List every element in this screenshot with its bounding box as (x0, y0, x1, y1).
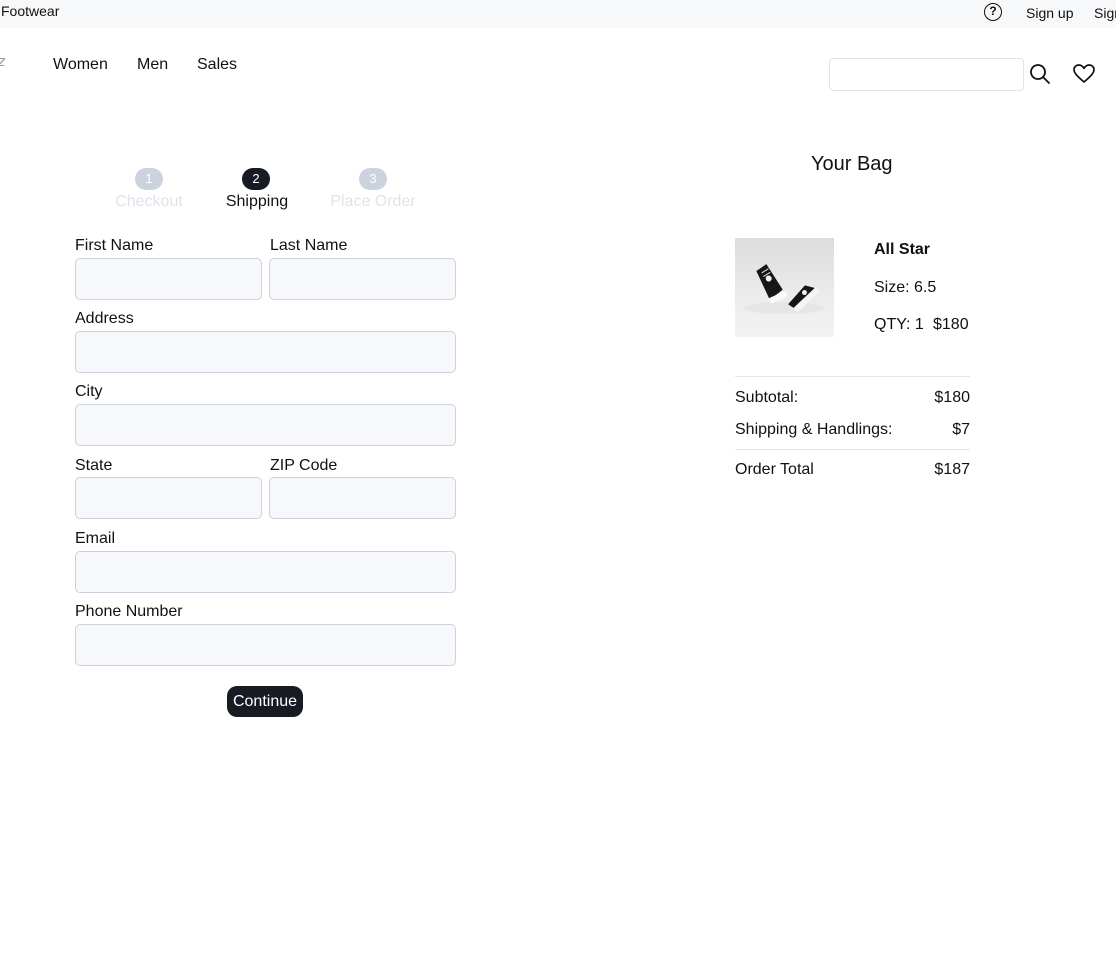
first-name-field[interactable] (75, 258, 262, 300)
first-name-label: First Name (75, 237, 154, 254)
sign-up-link[interactable]: Sign up (1026, 5, 1073, 21)
address-label: Address (75, 310, 134, 327)
bag-title: Your Bag (811, 153, 893, 175)
brand-name[interactable]: Footwear (1, 3, 59, 19)
zip-code-label: ZIP Code (270, 457, 338, 474)
top-bar: Footwear ? Sign up Sign in (0, 0, 1116, 28)
step-2-indicator[interactable]: 2 (242, 168, 270, 190)
email-field[interactable] (75, 551, 456, 593)
zip-code-field[interactable] (269, 477, 456, 519)
phone-number-field[interactable] (75, 624, 456, 666)
order-total-label: Order Total (735, 461, 814, 478)
state-label: State (75, 457, 113, 474)
continue-button[interactable]: Continue (227, 686, 303, 717)
last-name-field[interactable] (269, 258, 456, 300)
step-2-label[interactable]: Shipping (207, 193, 307, 211)
shipping-value: $7 (952, 421, 970, 438)
state-field[interactable] (75, 477, 262, 519)
summary-divider-top (735, 376, 970, 377)
nav-item-women[interactable]: Women (53, 56, 108, 74)
step-1-label[interactable]: Checkout (99, 193, 199, 211)
order-total-value: $187 (934, 461, 970, 478)
product-quantity: QTY: 1 (874, 316, 924, 333)
subtotal-value: $180 (934, 389, 970, 406)
heart-icon[interactable] (1073, 64, 1095, 84)
step-1-indicator[interactable]: 1 (135, 168, 163, 190)
product-price: $180 (933, 316, 969, 333)
product-size: Size: 6.5 (874, 279, 937, 296)
city-field[interactable] (75, 404, 456, 446)
sneaker-illustration (744, 264, 824, 314)
step-3-label[interactable]: Place Order (318, 193, 428, 211)
email-label: Email (75, 530, 116, 547)
sneaker-product-image[interactable] (735, 238, 834, 337)
step-3-indicator[interactable]: 3 (359, 168, 387, 190)
last-name-label: Last Name (270, 237, 348, 254)
city-label: City (75, 383, 103, 400)
search-input[interactable] (829, 58, 1024, 91)
sign-in-link[interactable]: Sign in (1094, 5, 1116, 21)
address-field[interactable] (75, 331, 456, 373)
product-name[interactable]: All Star (874, 241, 930, 259)
subtotal-label: Subtotal: (735, 389, 799, 406)
nav-item-sales[interactable]: Sales (197, 56, 237, 74)
help-circle-icon[interactable]: ? (984, 3, 1002, 21)
shipping-label: Shipping & Handlings: (735, 421, 893, 438)
phone-number-label: Phone Number (75, 603, 183, 620)
brand-logo-icon[interactable]: z (0, 53, 6, 70)
nav-item-men[interactable]: Men (137, 56, 168, 74)
summary-divider-bottom (735, 449, 970, 450)
search-icon[interactable] (1029, 63, 1051, 85)
